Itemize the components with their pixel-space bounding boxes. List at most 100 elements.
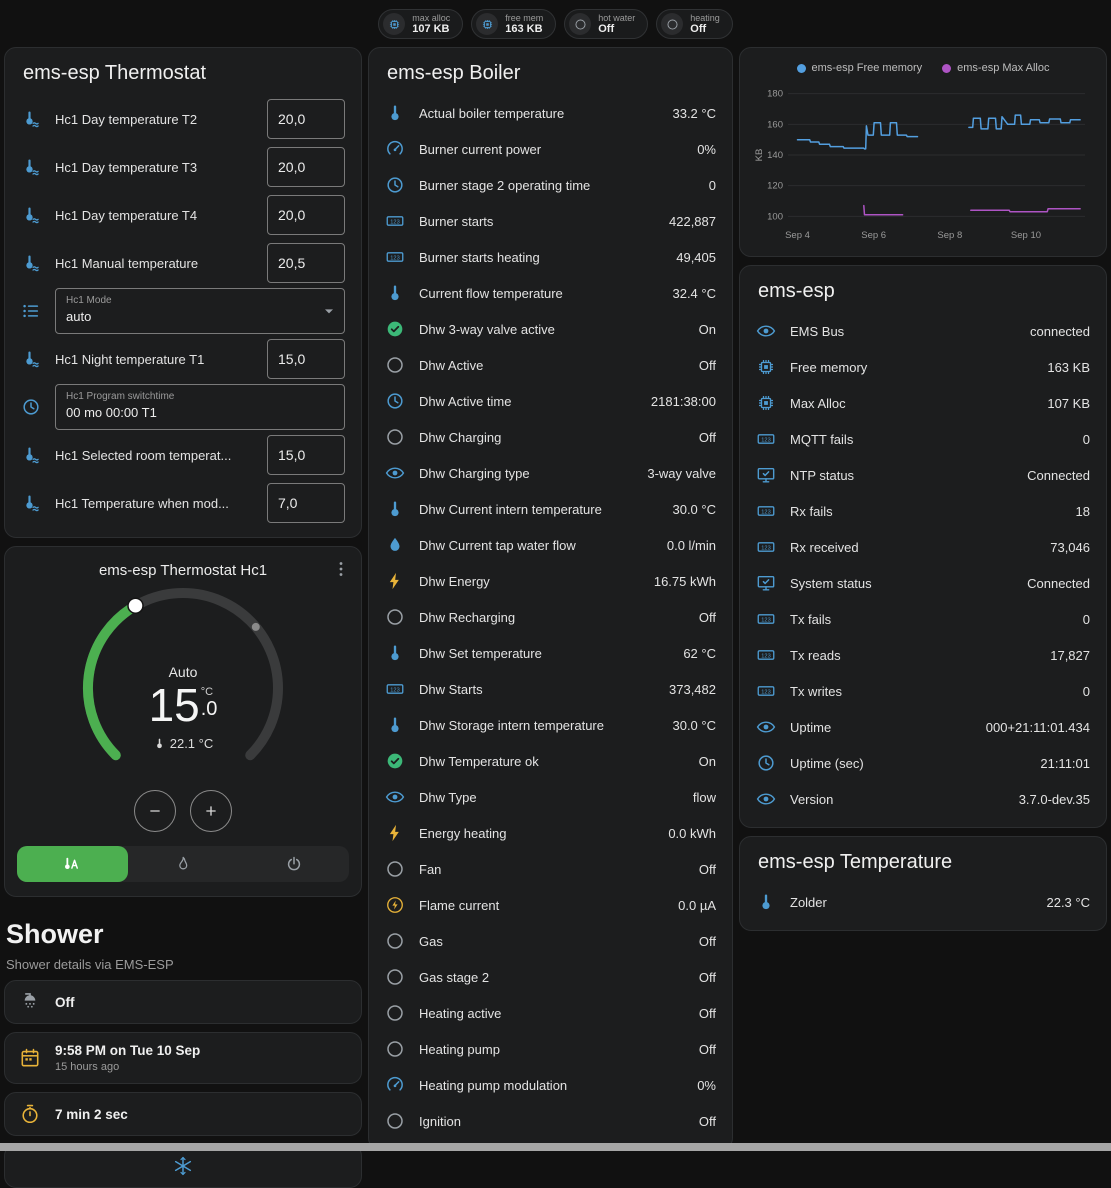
entity-row[interactable]: 123 Tx fails 0 <box>756 601 1090 637</box>
entity-name: Rx received <box>790 540 1036 555</box>
thermometer-water-icon <box>21 349 41 369</box>
entity-row[interactable]: Hc1 Day temperature T420,0 <box>21 191 345 239</box>
entity-value: On <box>699 754 716 769</box>
badge-hot-water[interactable]: hot water Off <box>564 9 648 39</box>
entity-row[interactable]: Uptime (sec) 21:11:01 <box>756 745 1090 781</box>
entity-name: Uptime <box>790 720 972 735</box>
field-value: 00 mo 00:00 T1 <box>66 405 314 420</box>
entity-row[interactable]: Dhw Active Off <box>385 347 716 383</box>
entity-row[interactable]: Uptime 000+21:11:01.434 <box>756 709 1090 745</box>
legend-item[interactable]: ems-esp Free memory <box>797 62 923 74</box>
entity-row[interactable]: Actual boiler temperature 33.2 °C <box>385 95 716 131</box>
number-input[interactable]: 15,0 <box>267 435 345 475</box>
entity-row[interactable]: 123 Dhw Starts 373,482 <box>385 671 716 707</box>
mode-select[interactable]: Hc1 Mode auto <box>55 288 345 334</box>
entity-row[interactable]: Hc1 Program switchtime 00 mo 00:00 T1 <box>21 383 345 431</box>
number-input[interactable]: 15,0 <box>267 339 345 379</box>
entity-row[interactable]: Dhw Charging type 3-way valve <box>385 455 716 491</box>
thermostat-dial[interactable] <box>68 588 298 788</box>
badge-text: max alloc 107 KB <box>412 13 450 36</box>
entity-row[interactable]: Hc1 Manual temperature20,5 <box>21 239 345 287</box>
card-title-boiler: ems-esp Boiler <box>387 62 714 85</box>
entity-row[interactable]: Dhw Current tap water flow 0.0 l/min <box>385 527 716 563</box>
entity-row[interactable]: 123 MQTT fails 0 <box>756 421 1090 457</box>
entity-row[interactable]: Dhw Storage intern temperature 30.0 °C <box>385 707 716 743</box>
entity-row[interactable]: Dhw 3-way valve active On <box>385 311 716 347</box>
entity-row[interactable]: Max Alloc 107 KB <box>756 385 1090 421</box>
entity-row[interactable]: Hc1 Day temperature T320,0 <box>21 143 345 191</box>
entity-row[interactable]: EMS Bus connected <box>756 313 1090 349</box>
entity-row[interactable]: Dhw Active time 2181:38:00 <box>385 383 716 419</box>
mode-off-button[interactable] <box>238 846 349 882</box>
mode-heat-button[interactable] <box>128 846 239 882</box>
entity-row[interactable]: Heating active Off <box>385 995 716 1031</box>
entity-row[interactable]: Hc1 Night temperature T115,0 <box>21 335 345 383</box>
shower-row[interactable]: Off <box>4 980 362 1024</box>
entity-name: Dhw Current tap water flow <box>419 538 653 553</box>
entity-row[interactable]: Gas stage 2 Off <box>385 959 716 995</box>
entity-name: Fan <box>419 862 685 877</box>
entity-row[interactable]: 123 Burner starts 422,887 <box>385 203 716 239</box>
shower-row[interactable]: 9:58 PM on Tue 10 Sep 15 hours ago <box>4 1032 362 1084</box>
entity-name: Hc1 Selected room temperat... <box>55 448 253 463</box>
entity-row[interactable]: Gas Off <box>385 923 716 959</box>
eye-icon <box>385 463 405 483</box>
entity-row[interactable]: Hc1 Day temperature T220,0 <box>21 95 345 143</box>
entity-row[interactable]: Ignition Off <box>385 1103 716 1139</box>
badge-free-mem[interactable]: free mem 163 KB <box>471 9 556 39</box>
entity-row[interactable]: Version 3.7.0-dev.35 <box>756 781 1090 817</box>
temperature-entity-list: Zolder 22.3 °C <box>756 884 1090 920</box>
switchtime-input[interactable]: Hc1 Program switchtime 00 mo 00:00 T1 <box>55 384 345 430</box>
entity-row[interactable]: Burner stage 2 operating time 0 <box>385 167 716 203</box>
shower-row[interactable]: 7 min 2 sec <box>4 1092 362 1136</box>
entity-row[interactable]: Energy heating 0.0 kWh <box>385 815 716 851</box>
badge-heating[interactable]: heating Off <box>656 9 733 39</box>
boiler-entity-list: Actual boiler temperature 33.2 °C Burner… <box>385 95 716 1139</box>
entity-row[interactable]: Burner current power 0% <box>385 131 716 167</box>
eye-icon <box>756 717 776 737</box>
entity-row[interactable]: Dhw Energy 16.75 kWh <box>385 563 716 599</box>
entity-row[interactable]: Flame current 0.0 µA <box>385 887 716 923</box>
dial-handle[interactable] <box>128 598 143 613</box>
entity-row[interactable]: Hc1 Selected room temperat... 15,0 <box>21 431 345 479</box>
entity-row[interactable]: 123 Tx reads 17,827 <box>756 637 1090 673</box>
entity-row[interactable]: 123 Tx writes 0 <box>756 673 1090 709</box>
entity-row[interactable]: 123 Rx received 73,046 <box>756 529 1090 565</box>
number-input[interactable]: 20,0 <box>267 195 345 235</box>
legend-item[interactable]: ems-esp Max Alloc <box>942 62 1049 74</box>
entity-row[interactable]: Fan Off <box>385 851 716 887</box>
entity-row[interactable]: NTP status Connected <box>756 457 1090 493</box>
number-input[interactable]: 20,0 <box>267 99 345 139</box>
menu-icon[interactable] <box>331 559 351 579</box>
entity-row[interactable]: Dhw Temperature ok On <box>385 743 716 779</box>
dashboard-grid: ems-esp Thermostat Hc1 Day temperature T… <box>0 47 1111 1188</box>
svg-text:KB: KB <box>754 149 765 162</box>
badge-max-alloc[interactable]: max alloc 107 KB <box>378 9 463 39</box>
entity-row[interactable]: Dhw Set temperature 62 °C <box>385 635 716 671</box>
badge-value: Off <box>690 23 720 36</box>
number-input[interactable]: 20,0 <box>267 147 345 187</box>
entity-row[interactable]: Hc1 Mode auto <box>21 287 345 335</box>
entity-row[interactable]: Heating pump Off <box>385 1031 716 1067</box>
entity-row[interactable]: Free memory 163 KB <box>756 349 1090 385</box>
entity-row[interactable]: Dhw Current intern temperature 30.0 °C <box>385 491 716 527</box>
select-value: auto <box>66 309 314 324</box>
entity-row[interactable]: Heating pump modulation 0% <box>385 1067 716 1103</box>
mode-auto-button[interactable] <box>17 846 128 882</box>
thermometer-icon <box>385 715 405 735</box>
entity-row[interactable]: Zolder 22.3 °C <box>756 884 1090 920</box>
number-input[interactable]: 20,5 <box>267 243 345 283</box>
horizontal-scrollbar[interactable] <box>0 1143 1111 1151</box>
temp-increase-button[interactable] <box>190 790 232 832</box>
number-input[interactable]: 7,0 <box>267 483 345 523</box>
entity-row[interactable]: 123 Burner starts heating 49,405 <box>385 239 716 275</box>
entity-row[interactable]: 123 Rx fails 18 <box>756 493 1090 529</box>
entity-row[interactable]: Dhw Charging Off <box>385 419 716 455</box>
entity-row[interactable]: System status Connected <box>756 565 1090 601</box>
entity-name: Energy heating <box>419 826 654 841</box>
entity-row[interactable]: Dhw Recharging Off <box>385 599 716 635</box>
entity-row[interactable]: Dhw Type flow <box>385 779 716 815</box>
entity-row[interactable]: Current flow temperature 32.4 °C <box>385 275 716 311</box>
entity-row[interactable]: Hc1 Temperature when mod...7,0 <box>21 479 345 527</box>
temp-decrease-button[interactable] <box>134 790 176 832</box>
